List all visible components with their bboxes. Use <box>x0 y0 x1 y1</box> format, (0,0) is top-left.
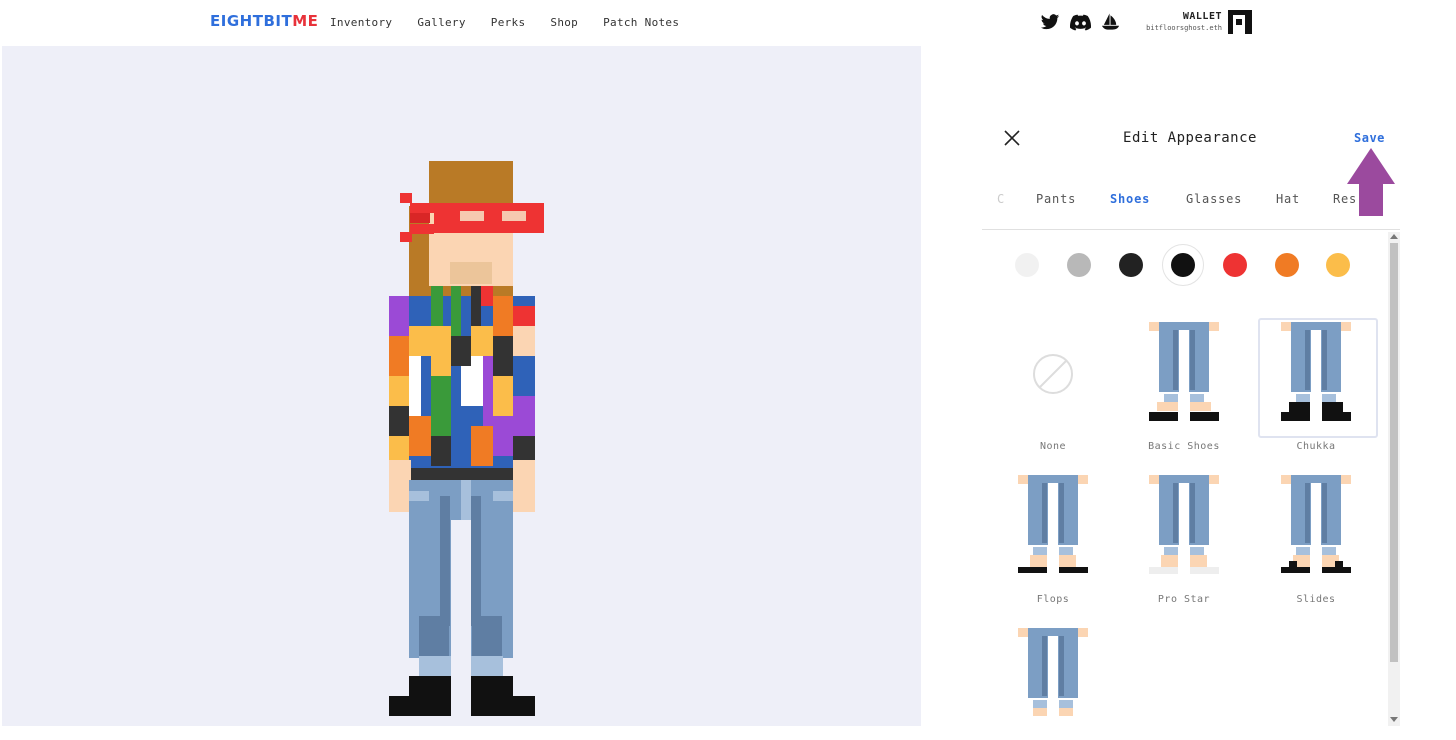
shoe-preview-icon <box>1018 628 1088 737</box>
nav-gallery[interactable]: Gallery <box>417 16 465 29</box>
shoe-item-partial[interactable] <box>995 624 1111 740</box>
scrollbar-thumb[interactable] <box>1390 243 1398 662</box>
tabs-divider <box>982 229 1400 230</box>
wallet-info[interactable]: WALLET bitfloorsghost.eth <box>1140 11 1222 32</box>
panel-title: Edit Appearance <box>1123 130 1257 146</box>
color-swatch[interactable] <box>1015 253 1039 277</box>
tab-pants[interactable]: Pants <box>1036 192 1076 206</box>
tab-c[interactable]: C <box>997 192 1005 206</box>
nav-patch-notes[interactable]: Patch Notes <box>603 16 679 29</box>
wallet-label: WALLET <box>1182 11 1222 22</box>
shoe-item-label: None <box>1039 441 1067 452</box>
twitter-icon[interactable] <box>1040 14 1060 31</box>
none-icon <box>1033 354 1073 394</box>
shoe-item-basic[interactable] <box>1126 318 1242 434</box>
shoe-preview-icon <box>1281 322 1351 431</box>
nav-inventory[interactable]: Inventory <box>330 16 392 29</box>
logo-text-part1: EIGHT <box>210 12 264 30</box>
opensea-icon[interactable] <box>1101 12 1120 32</box>
nav-shop[interactable]: Shop <box>550 16 578 29</box>
tab-glasses[interactable]: Glasses <box>1186 192 1242 206</box>
shoe-item-flops[interactable] <box>995 471 1111 587</box>
scroll-down-icon[interactable] <box>1390 717 1398 722</box>
nav-perks[interactable]: Perks <box>491 16 526 29</box>
shoe-item-label: Flops <box>1036 594 1070 605</box>
shoe-item-chukka[interactable] <box>1258 318 1378 438</box>
shoe-item-label: Slides <box>1296 594 1336 605</box>
top-navigation-bar: EIGHTBITME Inventory Gallery Perks Shop … <box>0 0 1456 46</box>
shoe-item-label: Basic Shoes <box>1148 441 1220 452</box>
pixel-character-preview <box>389 161 544 716</box>
color-swatch[interactable] <box>1067 253 1091 277</box>
user-avatar-icon[interactable] <box>1228 10 1252 34</box>
color-swatch[interactable] <box>1119 253 1143 277</box>
main-nav: Inventory Gallery Perks Shop Patch Notes <box>330 16 704 29</box>
logo-text-part2: BIT <box>263 12 293 30</box>
color-swatch[interactable] <box>1223 253 1247 277</box>
character-preview-stage <box>2 46 921 726</box>
tab-shoes[interactable]: Shoes <box>1110 192 1150 206</box>
tab-hat[interactable]: Hat <box>1276 192 1300 206</box>
tab-res[interactable]: Res <box>1333 192 1357 206</box>
discord-icon[interactable] <box>1070 14 1091 31</box>
eightbitme-logo[interactable]: EIGHTBITME <box>210 12 318 30</box>
shoe-preview-icon <box>1018 475 1088 584</box>
logo-text-part3: ME <box>292 12 319 30</box>
shoe-item-none[interactable] <box>995 318 1111 434</box>
wallet-address: bitfloorsghost.eth <box>1146 24 1222 32</box>
shoe-item-slides[interactable] <box>1258 471 1374 587</box>
shoe-item-label: Chukka <box>1296 441 1336 452</box>
shoe-item-label: Pro Star <box>1157 594 1211 605</box>
shoe-item-prostar[interactable] <box>1126 471 1242 587</box>
color-swatch[interactable] <box>1275 253 1299 277</box>
shoe-preview-icon <box>1149 322 1219 431</box>
scroll-up-icon[interactable] <box>1390 234 1398 239</box>
close-icon[interactable] <box>1002 128 1022 148</box>
color-swatch[interactable] <box>1326 253 1350 277</box>
save-button[interactable]: Save <box>1354 131 1385 145</box>
shoe-preview-icon <box>1281 475 1351 584</box>
color-swatch[interactable] <box>1171 253 1195 277</box>
shoe-preview-icon <box>1149 475 1219 584</box>
